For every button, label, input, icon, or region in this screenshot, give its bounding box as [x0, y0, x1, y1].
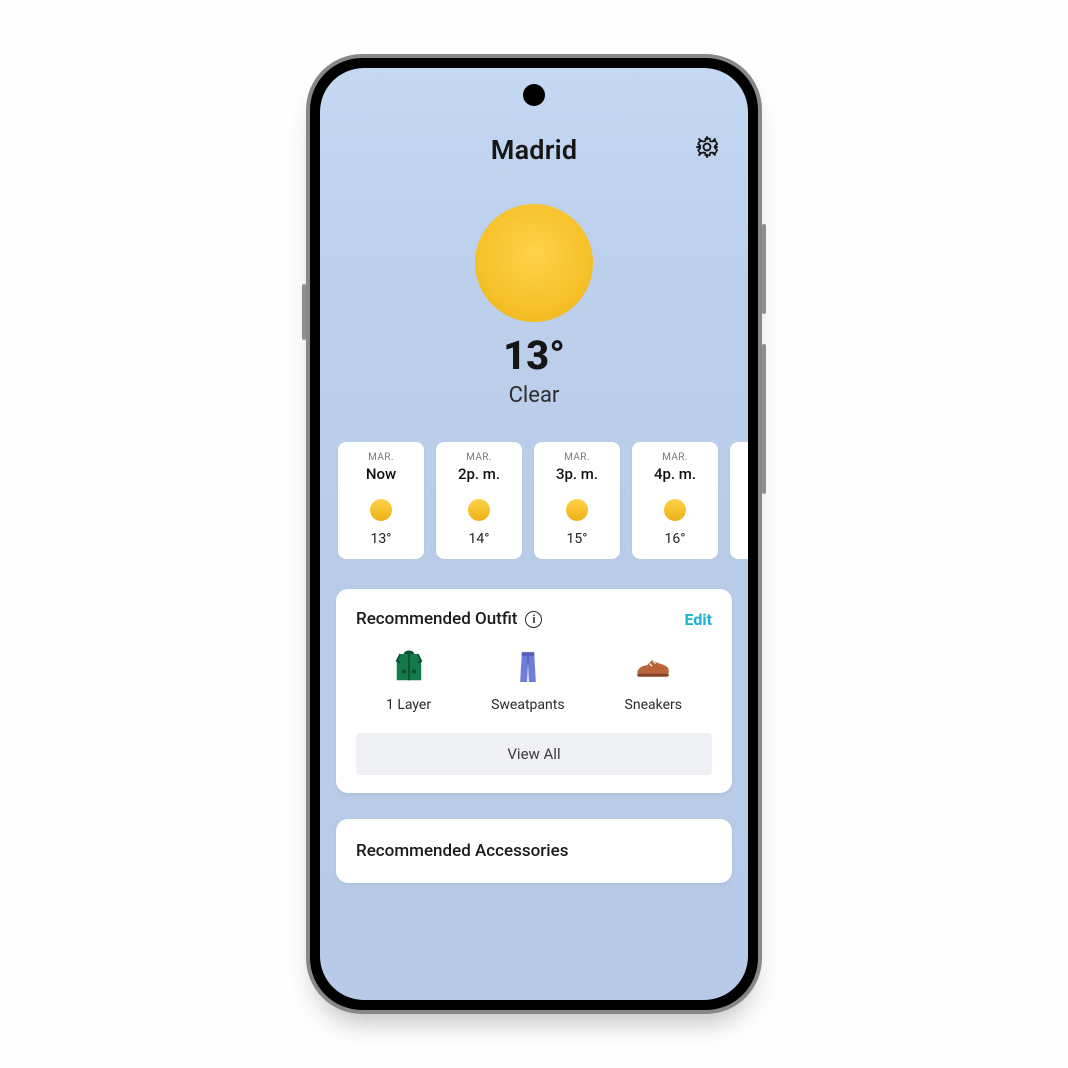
hourly-forecast[interactable]: MAR. Now 13° MAR. 2p. m. 14° MAR. 3p. m. [320, 408, 748, 559]
outfit-item-top[interactable]: 1 Layer [386, 647, 431, 713]
outfit-item-label: 1 Layer [386, 697, 431, 713]
hourly-day: MAR. [636, 452, 714, 463]
outfit-item-label: Sneakers [625, 697, 682, 713]
outfit-item-bottom[interactable]: Sweatpants [491, 647, 564, 713]
current-weather: 13° Clear [320, 166, 748, 408]
sun-icon [475, 204, 593, 322]
hourly-day: MAR. [440, 452, 518, 463]
hourly-time: 4p. m. [636, 465, 714, 483]
phone-frame: Madrid 13° Clear [306, 54, 762, 1014]
sun-icon [468, 499, 490, 521]
settings-button[interactable] [694, 134, 720, 160]
outfit-card-title: Recommended Outfit [356, 609, 517, 629]
pants-icon [507, 647, 549, 689]
app-header: Madrid [320, 68, 748, 166]
recommended-outfit-card: Recommended Outfit i Edit [336, 589, 732, 793]
front-camera [523, 84, 545, 106]
view-all-button[interactable]: View All [356, 733, 712, 775]
hourly-time: Now [342, 465, 420, 483]
outfit-item-label: Sweatpants [491, 697, 564, 713]
hourly-day: MAR. [734, 452, 748, 463]
city-label: Madrid [491, 134, 577, 166]
sun-icon [664, 499, 686, 521]
hourly-day: MAR. [342, 452, 420, 463]
sneaker-icon [632, 647, 674, 689]
hourly-temp: 15° [538, 531, 616, 547]
hourly-card[interactable]: MAR. 4p. m. 16° [632, 442, 718, 559]
hourly-card[interactable]: MAR. 2p. m. 14° [436, 442, 522, 559]
phone-side-button [762, 344, 766, 494]
jacket-icon [388, 647, 430, 689]
hourly-temp: 13° [342, 531, 420, 547]
hourly-time: 5p. m. [734, 465, 748, 483]
recommended-accessories-card: Recommended Accessories [336, 819, 732, 883]
hourly-time: 3p. m. [538, 465, 616, 483]
hourly-temp: 17° [734, 531, 748, 547]
hourly-temp: 16° [636, 531, 714, 547]
phone-side-button [302, 284, 306, 340]
hourly-card[interactable]: MAR. 3p. m. 15° [534, 442, 620, 559]
accessories-card-title: Recommended Accessories [356, 841, 568, 861]
screen: Madrid 13° Clear [320, 68, 748, 1000]
hourly-temp: 14° [440, 531, 518, 547]
gear-icon [694, 134, 720, 160]
hourly-time: 2p. m. [440, 465, 518, 483]
current-temperature: 13° [320, 332, 748, 379]
hourly-card[interactable]: MAR. 5p. m. 17° [730, 442, 748, 559]
hourly-card[interactable]: MAR. Now 13° [338, 442, 424, 559]
info-icon[interactable]: i [525, 611, 542, 628]
sun-icon [370, 499, 392, 521]
phone-side-button [762, 224, 766, 314]
hourly-day: MAR. [538, 452, 616, 463]
edit-button[interactable]: Edit [684, 610, 712, 629]
outfit-item-shoes[interactable]: Sneakers [625, 647, 682, 713]
sun-icon [566, 499, 588, 521]
current-condition: Clear [320, 383, 748, 408]
